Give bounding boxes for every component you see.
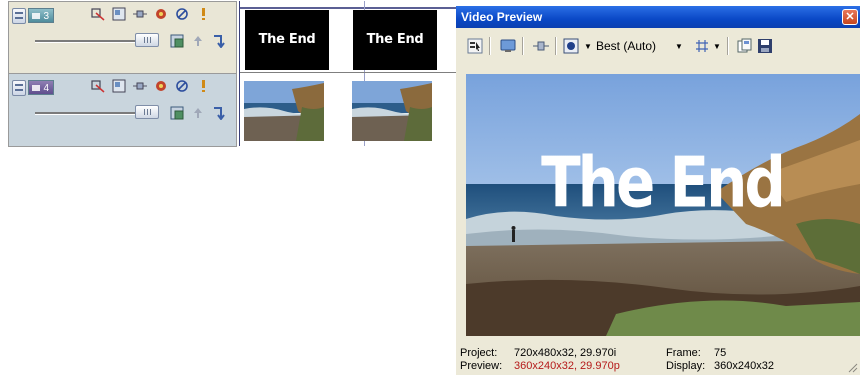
copy-snapshot-icon[interactable] [736, 37, 754, 55]
make-compositing-child-icon[interactable] [212, 34, 226, 48]
track-motion-icon[interactable] [91, 7, 105, 21]
frame-value: 75 [714, 347, 727, 359]
track-level-slider[interactable] [35, 112, 135, 115]
slider-thumb[interactable] [135, 33, 159, 47]
preview-toolbar: ▼ Best (Auto) ▼ ▼ [456, 28, 860, 64]
make-compositing-parent-icon[interactable] [191, 106, 205, 120]
gear-icon[interactable] [154, 79, 168, 93]
solo-icon[interactable] [196, 79, 210, 93]
preview-video-frame[interactable]: The End [466, 74, 860, 336]
resize-grip-icon[interactable] [848, 363, 858, 373]
timeline[interactable]: The End The End [239, 1, 461, 146]
mute-icon[interactable] [175, 79, 189, 93]
video-properties-icon[interactable] [466, 37, 484, 55]
display-label: Display: [666, 360, 706, 372]
grid-icon[interactable] [693, 37, 711, 55]
track-number-badge: 4 [28, 80, 54, 95]
overlays-icon[interactable] [562, 37, 580, 55]
track-fx-icon[interactable] [112, 7, 126, 21]
title-clip-thumbnail[interactable]: The End [245, 10, 329, 70]
make-compositing-child-icon[interactable] [212, 106, 226, 120]
make-compositing-parent-icon[interactable] [191, 34, 205, 48]
split-screen-view-icon[interactable] [532, 37, 550, 55]
track-header-3[interactable]: 3 [8, 1, 237, 74]
slider-thumb[interactable] [135, 105, 159, 119]
title-clip-thumbnail[interactable]: The End [353, 10, 437, 70]
composite-mode-icon[interactable] [170, 34, 184, 48]
save-snapshot-icon[interactable] [756, 37, 774, 55]
mute-icon[interactable] [175, 7, 189, 21]
video-preview-window[interactable]: Video Preview ✕ ▼ Best (Auto) ▼ ▼ The En… [456, 6, 860, 375]
window-titlebar[interactable]: Video Preview ✕ [456, 6, 860, 28]
track-number-badge: 3 [28, 8, 54, 23]
track-motion-icon[interactable] [91, 79, 105, 93]
beach-clip-thumbnail[interactable] [352, 81, 432, 141]
external-monitor-icon[interactable] [499, 37, 517, 55]
solo-icon[interactable] [196, 7, 210, 21]
track-collapse-button[interactable] [12, 80, 26, 96]
composite-mode-icon[interactable] [170, 106, 184, 120]
project-label: Project: [460, 347, 498, 359]
chevron-down-icon[interactable]: ▼ [713, 42, 721, 51]
gear-icon[interactable] [154, 7, 168, 21]
track-collapse-button[interactable] [12, 8, 26, 24]
track-fx-icon[interactable] [112, 79, 126, 93]
project-value: 720x480x32, 29.970i [514, 347, 617, 359]
close-icon[interactable]: ✕ [842, 9, 858, 25]
track-lane-3[interactable]: The End The End [240, 1, 461, 73]
track-level-slider[interactable] [35, 40, 135, 43]
frame-label: Frame: [666, 347, 701, 359]
track-lane-4[interactable] [240, 73, 461, 144]
track-header-4[interactable]: 4 [8, 73, 237, 147]
display-value: 360x240x32 [714, 360, 774, 372]
chevron-down-icon[interactable]: ▼ [584, 42, 592, 51]
preview-value: 360x240x32, 29.970p [514, 360, 620, 372]
chevron-down-icon[interactable]: ▼ [675, 42, 683, 51]
compositing-icon[interactable] [133, 79, 147, 93]
window-title: Video Preview [461, 10, 543, 24]
beach-clip-thumbnail[interactable] [244, 81, 324, 141]
preview-label: Preview: [460, 360, 503, 372]
preview-quality-dropdown[interactable]: Best (Auto) [596, 39, 656, 53]
compositing-icon[interactable] [133, 7, 147, 21]
preview-status-bar: Project: 720x480x32, 29.970i Preview: 36… [456, 345, 860, 375]
overlay-title-text: The End [541, 141, 786, 224]
